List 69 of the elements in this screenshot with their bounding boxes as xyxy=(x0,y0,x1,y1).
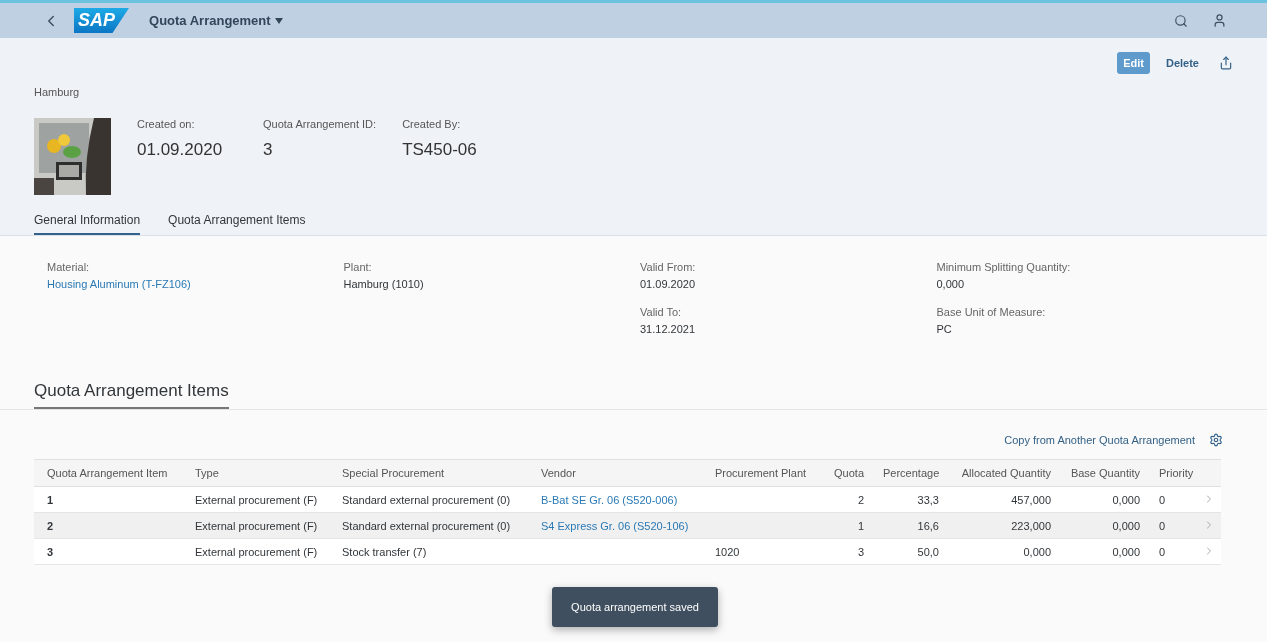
settings-icon[interactable] xyxy=(1209,433,1223,447)
field-link[interactable]: Housing Aluminum (T-FZ106) xyxy=(47,278,191,290)
object-subtitle: Hamburg xyxy=(34,86,81,98)
attribute-value: 3 xyxy=(263,140,274,160)
table-cell: 0,000 xyxy=(1112,493,1140,506)
table-cell: 457,000 xyxy=(1011,493,1051,506)
column-header: Vendor xyxy=(528,459,702,487)
caret-icon xyxy=(274,17,283,24)
field-label: Minimum Splitting Quantity: xyxy=(936,261,1072,273)
attribute-value: TS450-06 xyxy=(402,140,478,160)
column-header: Special Procurement xyxy=(329,459,528,487)
table-cell: 0 xyxy=(1159,493,1166,506)
column-header: Quota xyxy=(818,459,870,487)
field-label: Plant: xyxy=(343,261,373,273)
attribute-label: Created on: xyxy=(137,118,196,130)
table-cell: 0,000 xyxy=(1112,545,1140,558)
column-header: Procurement Plant xyxy=(702,459,818,487)
field-label: Base Unit of Measure: xyxy=(936,306,1047,318)
column-header: Base Quantity xyxy=(1057,459,1146,487)
column-header: Quota Arrangement Item xyxy=(34,459,182,487)
logo: SAP xyxy=(74,8,129,33)
table-cell: 1 xyxy=(857,519,864,532)
table-cell: 33,3 xyxy=(917,493,939,506)
attribute-label: Created By: xyxy=(402,118,462,130)
column-header: Type xyxy=(182,459,329,487)
field-value: 0,000 xyxy=(936,278,965,290)
table-cell: Standard external procurement (0) xyxy=(342,519,511,532)
table-cell: 0,000 xyxy=(1112,519,1140,532)
field-value: 31.12.2021 xyxy=(640,323,696,335)
search-icon[interactable] xyxy=(1174,13,1188,28)
column-header: Percentage xyxy=(870,459,945,487)
attribute-value: 01.09.2020 xyxy=(137,140,224,160)
table-cell: External procurement (F) xyxy=(195,519,318,532)
copy-link[interactable]: Copy from Another Quota Arrangement xyxy=(1004,434,1195,446)
field-label: Valid From: xyxy=(640,261,697,273)
table-cell: Standard external procurement (0) xyxy=(342,493,511,506)
share-icon[interactable] xyxy=(1219,56,1233,70)
table-cell: 0 xyxy=(1159,545,1166,558)
vendor-link[interactable]: S4 Express Gr. 06 (S520-106) xyxy=(541,519,689,532)
table-cell: 0 xyxy=(1159,519,1166,532)
field-label: Material: xyxy=(47,261,91,273)
table-cell: 2 xyxy=(857,493,864,506)
field-value: Hamburg (1010) xyxy=(343,278,424,290)
vendor-link[interactable]: B-Bat SE Gr. 06 (S520-006) xyxy=(541,493,678,506)
table-cell: External procurement (F) xyxy=(195,493,318,506)
field-value: PC xyxy=(936,323,952,335)
field-value: 01.09.2020 xyxy=(640,278,696,290)
table-cell: 16,6 xyxy=(917,519,939,532)
edit-button[interactable]: Edit xyxy=(1117,52,1150,74)
table-cell: Stock transfer (7) xyxy=(342,545,427,558)
tab[interactable]: General Information xyxy=(34,213,141,235)
table-cell: 223,000 xyxy=(1011,519,1051,532)
section-title: Quota Arrangement Items xyxy=(34,381,229,409)
table-cell: 1020 xyxy=(715,545,740,558)
tab[interactable]: Quota Arrangement Items xyxy=(168,213,306,235)
table-cell: External procurement (F) xyxy=(195,545,318,558)
app-title-menu[interactable]: Quota Arrangement xyxy=(149,13,283,28)
table-cell: 0,000 xyxy=(1023,545,1051,558)
table-cell: 3 xyxy=(857,545,864,558)
column-header: Allocated Quantity xyxy=(945,459,1057,487)
table-cell: 2 xyxy=(47,519,54,532)
user-icon[interactable] xyxy=(1212,13,1227,28)
field-label: Valid To: xyxy=(640,306,683,318)
table-cell: 3 xyxy=(47,545,54,558)
table-cell: 1 xyxy=(47,493,54,506)
attribute-label: Quota Arrangement ID: xyxy=(263,118,377,130)
toast-message: Quota arrangement saved xyxy=(552,587,718,627)
delete-button[interactable]: Delete xyxy=(1159,52,1205,74)
table-cell: 50,0 xyxy=(917,545,939,558)
